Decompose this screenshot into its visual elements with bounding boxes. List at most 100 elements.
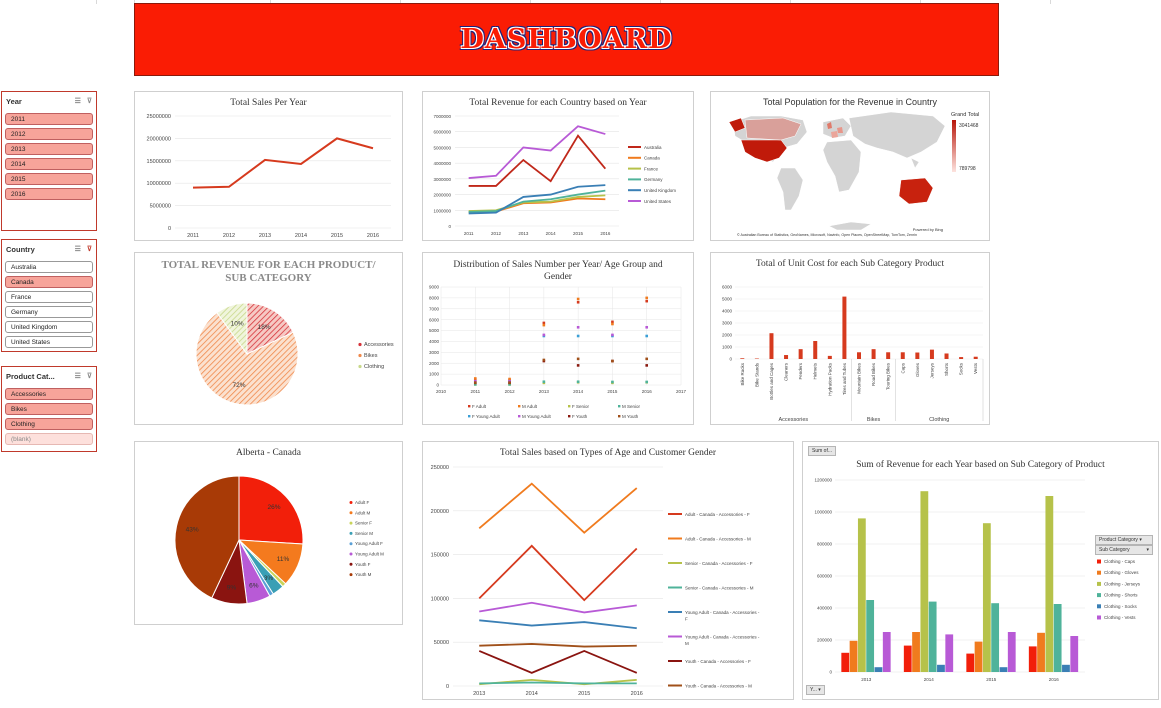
- distribution-scatter-chart[interactable]: Distribution of Sales Number per Year/ A…: [422, 252, 694, 425]
- x-tick-label: 2016: [631, 691, 643, 697]
- x-tick-label: 2014: [526, 691, 538, 697]
- alberta-canada-pie-chart[interactable]: Alberta - Canada 26% 11% 3% 6% 9% 43% Adult FA…: [134, 441, 403, 625]
- slicer-item[interactable]: Bikes: [5, 403, 93, 415]
- bar: [928, 601, 937, 672]
- multi-select-icon[interactable]: ☰: [75, 97, 81, 105]
- legend-swatch: [349, 531, 353, 535]
- y-tick-label: 200000: [431, 509, 449, 515]
- legend-swatch: [349, 511, 353, 515]
- slicer-item[interactable]: Accessories: [5, 388, 93, 400]
- multi-select-icon[interactable]: ☰: [75, 372, 81, 380]
- bar: [945, 634, 954, 672]
- x-tick-label: Tires and Tubes: [842, 362, 847, 395]
- legend-label: Canada: [644, 156, 660, 161]
- multi-select-icon[interactable]: ☰: [75, 245, 81, 253]
- population-map-chart[interactable]: Total Population for the Revenue in Coun…: [710, 91, 990, 241]
- slicer-header: Product Cat... ☰ ⊽: [2, 367, 96, 385]
- bar: [841, 652, 850, 672]
- slicer-item[interactable]: United States: [5, 336, 93, 348]
- bar: [974, 641, 983, 672]
- revenue-year-subcategory-pivot-chart[interactable]: Sum of... Sum of Revenue for each Year b…: [802, 441, 1159, 700]
- x-tick-label: 2015: [573, 231, 584, 236]
- legend-label: Young Adult - Canada - Accessories -: [685, 635, 760, 640]
- world-map: [728, 111, 956, 231]
- x-tick-label: 2013: [518, 231, 529, 236]
- x-tick-label: Mountain Bikes: [857, 362, 862, 394]
- x-tick-label: Gloves: [915, 362, 920, 377]
- bar: [991, 603, 1000, 672]
- total-sales-per-year-chart[interactable]: Total Sales Per Year 0 5000000 10000000 150…: [134, 91, 403, 241]
- map-legend-max: 3041468: [959, 123, 979, 129]
- revenue-country-year-chart[interactable]: Total Revenue for each Country based on …: [422, 91, 694, 241]
- y-tick-label: 0: [448, 224, 451, 229]
- slicer-item[interactable]: Australia: [5, 261, 93, 273]
- slicer-item[interactable]: United Kingdom: [5, 321, 93, 333]
- legend-swatch: [1097, 570, 1101, 575]
- chart-canvas: 0 50000 100000 150000 200000 250000 2013 2014 20…: [431, 465, 760, 697]
- scatter-point: [542, 380, 546, 384]
- clear-filter-icon[interactable]: ⊽: [87, 372, 92, 380]
- slicer-item[interactable]: France: [5, 291, 93, 303]
- y-tick-label: 5000: [429, 328, 440, 333]
- bar: [827, 355, 832, 359]
- slicer-item[interactable]: Clothing: [5, 418, 93, 430]
- scatter-point: [473, 381, 477, 384]
- legend-label: Senior - Canada - Accessories - F: [685, 561, 753, 566]
- slicer-item[interactable]: Germany: [5, 306, 93, 318]
- slicer-item[interactable]: 2014: [5, 158, 93, 170]
- map-region-germany: [837, 127, 843, 133]
- bar: [857, 352, 861, 359]
- y-tick-label: 50000: [434, 640, 449, 646]
- bar: [784, 355, 789, 359]
- slicer-title: Country: [6, 244, 35, 254]
- map-attribution: © Australian Bureau of Statistics, GeoNa…: [737, 233, 917, 237]
- legend-label: Young Adult F: [355, 541, 383, 546]
- y-tick-label: 1000: [429, 372, 440, 377]
- clear-filter-icon[interactable]: ⊽: [87, 97, 92, 105]
- y-tick-label: 4000: [429, 339, 440, 344]
- legend-label: F Youth: [572, 414, 588, 419]
- y-tick-label: 9000: [429, 285, 440, 290]
- slicer-item[interactable]: 2013: [5, 143, 93, 155]
- bar: [900, 352, 905, 359]
- x-tick-label: 2014: [546, 231, 557, 236]
- legend-swatch: [349, 501, 353, 504]
- series-line: [479, 619, 637, 630]
- slicer-item[interactable]: 2015: [5, 173, 93, 185]
- legend-label: Australia: [644, 145, 662, 150]
- bar: [1070, 636, 1079, 672]
- legend-swatch: [349, 552, 353, 556]
- slicer-item[interactable]: 2016: [5, 188, 93, 200]
- y-tick-label: 3000: [429, 350, 440, 355]
- sales-age-gender-line-chart[interactable]: Total Sales based on Types of Age and Cu…: [422, 441, 794, 700]
- legend-swatch: [358, 364, 362, 369]
- slicer-item[interactable]: Canada: [5, 276, 93, 288]
- year-slicer[interactable]: Year ☰ ⊽ 2011 2012 2013 2014 2015 2016: [1, 91, 97, 231]
- x-tick-label: 2012: [491, 231, 502, 236]
- product-category-slicer[interactable]: Product Cat... ☰ ⊽ Accessories Bikes Clothi…: [1, 366, 97, 452]
- chart-canvas: 18% 72% 10% Accessories Bikes Clothing: [195, 302, 394, 406]
- y-tick-label: 7000000: [433, 114, 451, 119]
- revenue-product-pie-chart[interactable]: TOTAL REVENUE FOR EACH PRODUCT/ SUB CATE…: [134, 252, 403, 425]
- legend-swatch: [468, 405, 471, 408]
- slicer-item[interactable]: 2012: [5, 128, 93, 140]
- legend-label: Youth F: [355, 562, 371, 567]
- x-tick-label: 2014: [573, 389, 584, 394]
- legend-label: M Youth: [622, 414, 639, 419]
- slicer-item[interactable]: 2011: [5, 113, 93, 125]
- y-tick-label: 0: [829, 670, 832, 675]
- unit-cost-bar-chart[interactable]: Total of Unit Cost for each Sub Category…: [710, 252, 990, 425]
- series-line: [479, 643, 637, 648]
- country-slicer[interactable]: Country ☰ ⊽ Australia Canada France Germany U…: [1, 239, 97, 352]
- bar: [944, 353, 949, 359]
- clear-filter-icon[interactable]: ⊽: [87, 245, 92, 253]
- legend-label: Clothing - Socks: [1104, 604, 1138, 609]
- legend-label: Youth - Canada - Accessories - M: [685, 684, 752, 689]
- bar: [857, 518, 866, 672]
- bar: [874, 667, 883, 672]
- x-tick-label: Caps: [900, 362, 905, 373]
- bar: [882, 632, 891, 672]
- slicer-item[interactable]: (blank): [5, 433, 93, 445]
- scatter-point: [645, 334, 649, 338]
- legend-label: Senior M: [355, 531, 373, 536]
